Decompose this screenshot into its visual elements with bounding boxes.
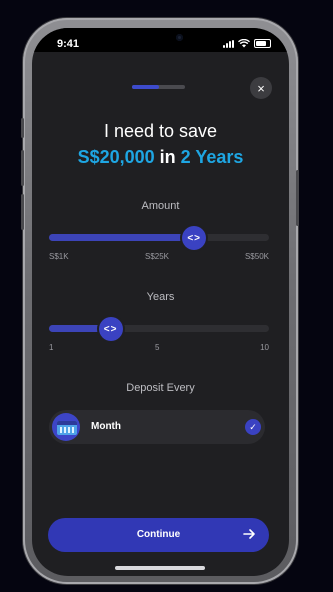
amount-slider-fill: [49, 234, 195, 241]
mute-switch: [21, 118, 24, 138]
step-progress-fill: [132, 85, 159, 89]
status-icons: [223, 38, 271, 49]
close-icon: ×: [257, 80, 265, 96]
battery-icon: [254, 39, 271, 48]
headline-connector: in: [154, 147, 181, 167]
app-screen: 9:41 × I need to save S$20,000 in 2 Year…: [32, 28, 289, 576]
headline-line1: I need to save: [103, 121, 218, 141]
step-progress-bar: [132, 85, 185, 89]
amount-label: Amount: [141, 200, 180, 212]
amount-slider-thumb[interactable]: <>: [182, 226, 207, 250]
wifi-icon: [238, 39, 250, 48]
years-slider-track[interactable]: [49, 325, 269, 332]
continue-button[interactable]: Continue: [48, 518, 269, 552]
signal-icon: [223, 39, 234, 48]
years-tick-max: 10: [260, 343, 269, 352]
drag-handle-icon: <>: [103, 323, 118, 335]
continue-label: Continue: [136, 529, 181, 540]
checkmark-icon: ✓: [245, 419, 261, 435]
volume-up-button: [21, 150, 24, 186]
headline-period: 2 Years: [180, 147, 244, 167]
headline-line2: S$20,000 in 2 Years: [32, 147, 289, 168]
power-button: [296, 170, 299, 226]
amount-tick-min: S$1K: [49, 252, 69, 261]
status-time: 9:41: [57, 38, 80, 50]
deposit-option-month[interactable]: Month ✓: [49, 410, 265, 444]
years-slider-thumb[interactable]: <>: [98, 317, 123, 341]
years-label: Years: [146, 291, 175, 303]
deposit-label: Deposit Every: [126, 382, 195, 394]
camera-icon: [176, 34, 183, 41]
close-button[interactable]: ×: [250, 77, 272, 99]
years-tick-mid: 5: [155, 343, 160, 352]
checkmark-glyph: ✓: [249, 421, 257, 432]
home-indicator: [115, 566, 205, 570]
deposit-option-label: Month: [91, 421, 121, 432]
amount-ticks: S$1K S$25K S$50K: [49, 252, 269, 264]
years-tick-min: 1: [49, 343, 54, 352]
amount-tick-mid: S$25K: [145, 252, 170, 261]
arrow-right-icon: [243, 529, 255, 539]
drag-handle-icon: <>: [187, 232, 202, 244]
calendar-icon: [52, 413, 80, 441]
headline-amount: S$20,000: [77, 147, 155, 167]
notch: [99, 28, 222, 52]
years-ticks: 1 5 10: [49, 343, 269, 355]
volume-down-button: [21, 194, 24, 230]
amount-slider-track[interactable]: [49, 234, 269, 241]
amount-tick-max: S$50K: [244, 252, 269, 261]
